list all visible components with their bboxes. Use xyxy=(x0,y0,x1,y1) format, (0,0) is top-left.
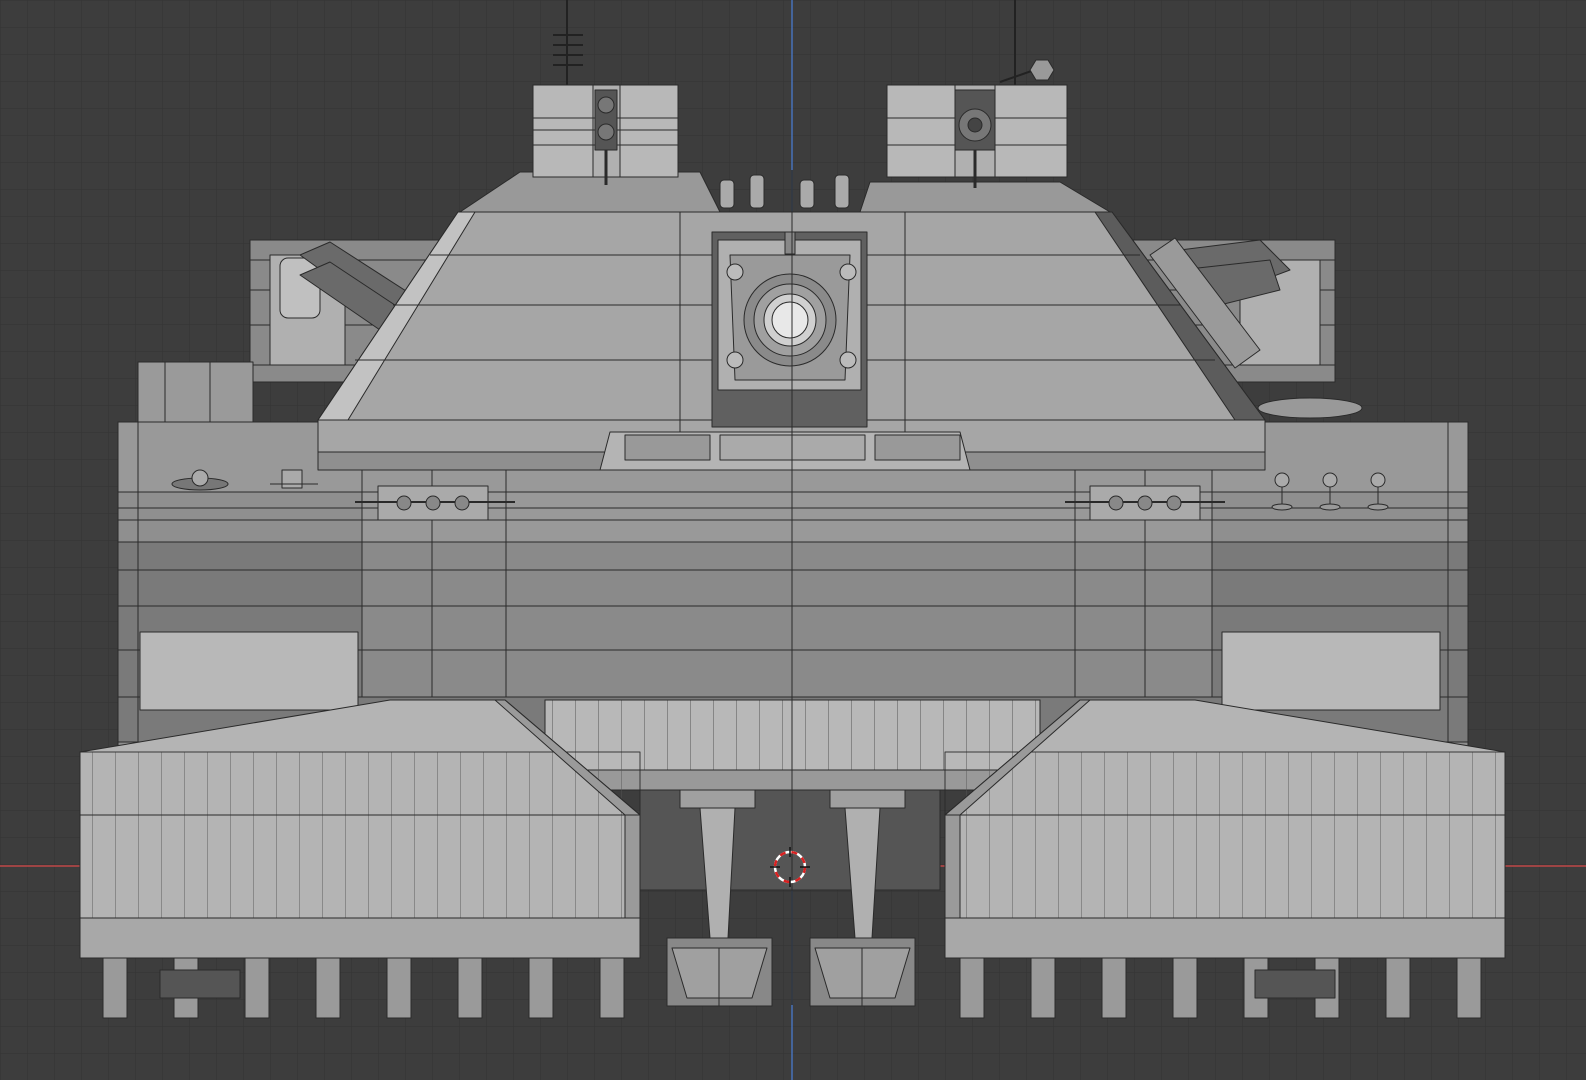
side-panel-left[interactable] xyxy=(139,631,359,711)
3d-viewport[interactable] xyxy=(0,0,1586,1080)
plough-blade-left[interactable] xyxy=(666,937,773,1007)
gun-mantlet[interactable] xyxy=(711,231,868,428)
side-panel-right[interactable] xyxy=(1221,631,1441,711)
side-box-left[interactable] xyxy=(137,361,254,423)
hatch-disc-right[interactable] xyxy=(1257,397,1363,419)
sight-right[interactable] xyxy=(886,84,1068,188)
plough-blade-right[interactable] xyxy=(809,937,916,1007)
turret-base-ring[interactable] xyxy=(599,431,971,471)
sight-left[interactable] xyxy=(532,84,679,185)
